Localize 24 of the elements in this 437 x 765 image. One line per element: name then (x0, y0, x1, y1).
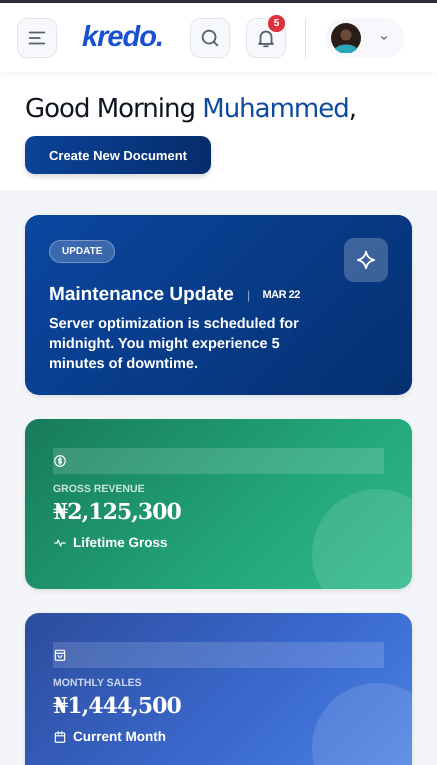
shopping-bag-icon (53, 648, 67, 662)
search-button[interactable] (190, 18, 230, 58)
announcement-date: MAR 22 (262, 289, 300, 301)
sparkle-button[interactable] (344, 238, 388, 282)
avatar-icon (331, 22, 362, 52)
stat-label: GROSS REVENUE (53, 483, 146, 495)
dollar-coin-icon (53, 454, 67, 468)
logo[interactable]: kredo. (82, 21, 164, 54)
stat-label: MONTHLY SALES (53, 677, 143, 689)
stat-caption: Lifetime Gross (73, 535, 168, 550)
stat-caption: Current Month (73, 729, 166, 744)
menu-button[interactable] (17, 18, 57, 58)
update-tag: UPDATE (49, 240, 116, 263)
calendar-icon (53, 730, 67, 744)
create-document-button[interactable]: Create New Document (25, 136, 211, 174)
stat-value: ₦1,444,500 (53, 693, 182, 719)
stat-value: ₦2,125,300 (53, 499, 182, 525)
greeting: Good Morning Muhammed, (25, 94, 358, 124)
separator: | (246, 288, 250, 302)
sparkle-icon (355, 249, 377, 271)
profile-menu-button[interactable] (325, 18, 406, 58)
announcement-text: Server optimization is scheduled for midnight. You might experience 5 minutes of downtime. (49, 315, 300, 374)
notification-badge: 5 (267, 14, 286, 32)
announcement-title: Maintenance Update (49, 284, 234, 306)
